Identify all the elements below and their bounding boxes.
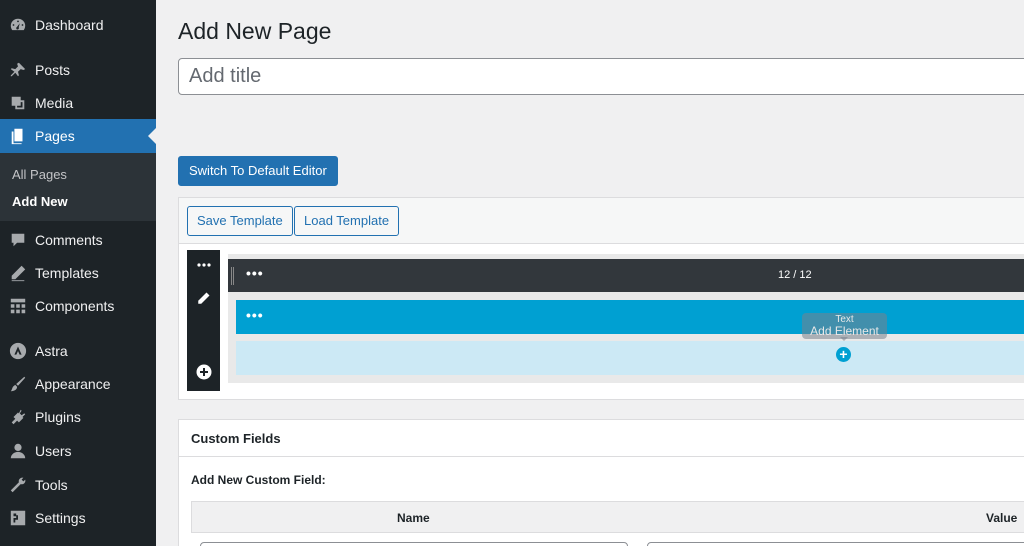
tooltip-label: Add Element bbox=[810, 324, 879, 338]
column-options-button[interactable]: ••• bbox=[246, 307, 264, 323]
builder-row: ••• 12 / 12 ••• Text Add Element + bbox=[228, 254, 1024, 383]
custom-fields-title: Custom Fields bbox=[191, 431, 281, 446]
switch-editor-button[interactable]: Switch To Default Editor bbox=[178, 156, 338, 186]
sidebar-item-label: Components bbox=[35, 298, 115, 314]
add-element-tooltip: Text Add Element bbox=[802, 313, 887, 341]
wrench-icon bbox=[8, 475, 28, 495]
sidebar-item-plugins[interactable]: Plugins bbox=[0, 400, 156, 434]
custom-field-name-input[interactable] bbox=[200, 542, 628, 546]
media-icon bbox=[8, 93, 28, 113]
comment-icon bbox=[8, 230, 28, 250]
custom-fields-header[interactable]: Custom Fields bbox=[179, 420, 1024, 457]
settings-icon bbox=[8, 508, 28, 528]
row-header[interactable]: ••• 12 / 12 bbox=[228, 259, 1024, 292]
sidebar-item-pages[interactable]: Pages bbox=[0, 119, 156, 153]
add-element-icon[interactable]: + bbox=[836, 347, 851, 362]
sidebar-item-comments[interactable]: Comments bbox=[0, 223, 156, 257]
sidebar-item-dashboard[interactable]: Dashboard bbox=[0, 8, 156, 42]
sidebar-item-users[interactable]: Users bbox=[0, 434, 156, 468]
sidebar-item-label: Media bbox=[35, 95, 74, 111]
sidebar-item-templates[interactable]: Templates bbox=[0, 256, 156, 290]
builder-side-toolbar bbox=[187, 250, 220, 391]
astra-icon bbox=[8, 341, 28, 361]
sidebar-item-media[interactable]: Media bbox=[0, 86, 156, 120]
column-ratio: 12 / 12 bbox=[778, 269, 812, 281]
load-template-button[interactable]: Load Template bbox=[294, 206, 400, 236]
pages-icon bbox=[8, 126, 28, 146]
pin-icon bbox=[8, 60, 28, 80]
brush-icon bbox=[8, 374, 28, 394]
sidebar-item-posts[interactable]: Posts bbox=[0, 53, 156, 87]
title-input[interactable] bbox=[178, 58, 1024, 95]
custom-field-value-input[interactable] bbox=[647, 542, 1024, 546]
sidebar-item-tools[interactable]: Tools bbox=[0, 468, 156, 502]
column-header-name: Name bbox=[397, 511, 430, 525]
grid-icon bbox=[8, 296, 28, 316]
sidebar-item-label: Comments bbox=[35, 232, 103, 248]
dashboard-icon bbox=[8, 15, 28, 35]
sidebar-item-label: Appearance bbox=[35, 376, 111, 392]
page-title: Add New Page bbox=[178, 18, 332, 44]
plug-icon bbox=[8, 407, 28, 427]
admin-sidebar: Dashboard Posts Media Pages All Pages Ad… bbox=[0, 0, 156, 546]
column-header[interactable]: ••• bbox=[236, 300, 1024, 334]
sidebar-item-label: Templates bbox=[35, 265, 99, 281]
submenu-item-all-pages[interactable]: All Pages bbox=[12, 167, 67, 182]
custom-fields-box: Custom Fields Add New Custom Field: Name… bbox=[178, 419, 1024, 546]
sidebar-item-label: Plugins bbox=[35, 409, 81, 425]
sidebar-item-label: Tools bbox=[35, 477, 68, 493]
pages-submenu: All Pages Add New bbox=[0, 153, 156, 221]
builder-toolbar: Save Template Load Template bbox=[179, 198, 1024, 244]
add-custom-field-label: Add New Custom Field: bbox=[191, 473, 326, 487]
custom-fields-table-header: Name Value bbox=[191, 501, 1024, 533]
sidebar-item-components[interactable]: Components bbox=[0, 289, 156, 323]
sidebar-item-label: Posts bbox=[35, 62, 71, 78]
sidebar-item-label: Pages bbox=[35, 128, 75, 144]
sidebar-item-label: Dashboard bbox=[35, 17, 104, 33]
sidebar-item-astra[interactable]: Astra bbox=[0, 334, 156, 368]
sidebar-item-appearance[interactable]: Appearance bbox=[0, 367, 156, 401]
sidebar-item-settings[interactable]: Settings bbox=[0, 501, 156, 535]
save-template-button[interactable]: Save Template bbox=[187, 206, 293, 236]
edit-pencil-icon[interactable] bbox=[187, 286, 220, 310]
column-header-value: Value bbox=[986, 511, 1018, 525]
row-options-button[interactable]: ••• bbox=[246, 265, 264, 281]
user-icon bbox=[8, 441, 28, 461]
add-row-icon[interactable] bbox=[187, 360, 220, 384]
drag-handle-icon[interactable] bbox=[231, 267, 234, 285]
sidebar-item-label: Settings bbox=[35, 510, 86, 526]
submenu-item-add-new[interactable]: Add New bbox=[12, 194, 68, 209]
column-body[interactable] bbox=[236, 341, 1024, 375]
sidebar-item-label: Users bbox=[35, 443, 72, 459]
page-builder: Save Template Load Template ••• 12 / 12 … bbox=[178, 197, 1024, 400]
pencil-icon bbox=[8, 263, 28, 283]
more-options-icon[interactable] bbox=[187, 253, 220, 277]
sidebar-item-label: Astra bbox=[35, 343, 68, 359]
